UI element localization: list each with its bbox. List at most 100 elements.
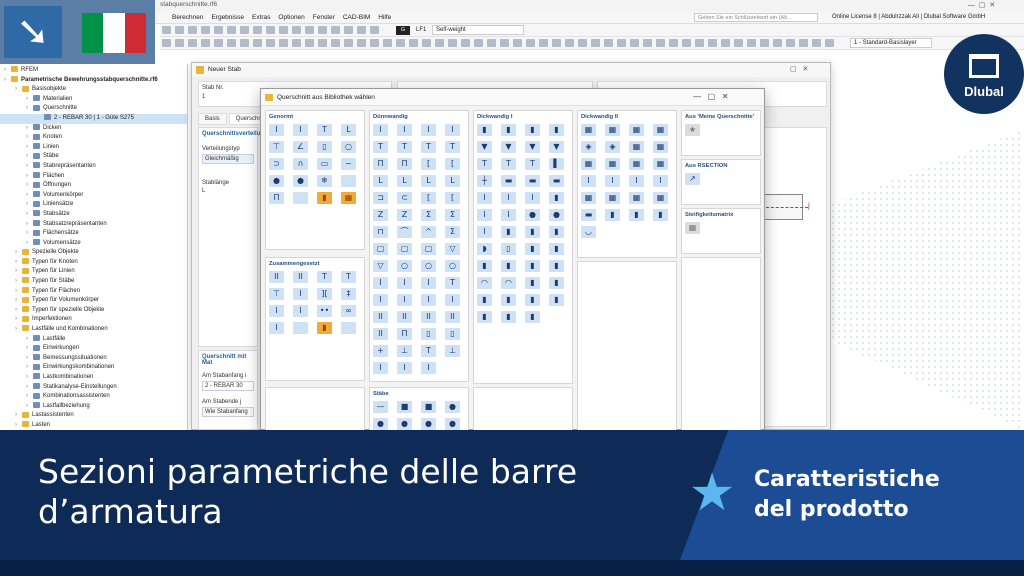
section-shape-button[interactable]: ▮ bbox=[501, 124, 516, 136]
section-shape-button[interactable]: I bbox=[605, 175, 620, 187]
section-shape-button[interactable]: Σ bbox=[445, 226, 460, 238]
toolbar-icon[interactable] bbox=[799, 39, 808, 47]
section-shape-button[interactable]: ● bbox=[397, 418, 412, 430]
section-shape-button[interactable]: [ bbox=[445, 158, 460, 170]
section-shape-button[interactable]: I bbox=[269, 305, 284, 317]
section-shape-button[interactable]: ▮ bbox=[549, 192, 564, 204]
section-shape-button[interactable]: ▮ bbox=[317, 192, 332, 204]
section-shape-button[interactable]: ◠ bbox=[477, 277, 492, 289]
section-shape-button[interactable]: ■ bbox=[421, 401, 436, 413]
toolbar-icon[interactable] bbox=[630, 39, 639, 47]
section-shape-button[interactable]: I bbox=[421, 277, 436, 289]
section-shape-button[interactable]: L bbox=[341, 124, 356, 136]
section-shape-button[interactable]: ▮ bbox=[549, 294, 564, 306]
section-shape-button[interactable]: ▼ bbox=[549, 141, 564, 153]
toolbar-icon[interactable] bbox=[162, 39, 171, 47]
toolbar-icon[interactable] bbox=[201, 39, 210, 47]
section-shape-button[interactable]: Π bbox=[397, 158, 412, 170]
navigator-item[interactable]: 2 - REBAR 30 | 1 - Güte S275 bbox=[0, 113, 187, 124]
navigator-item[interactable]: › Volumenkörper bbox=[0, 191, 187, 201]
section-shape-button[interactable]: ▽ bbox=[373, 260, 388, 272]
section-shape-button[interactable]: ▯ bbox=[445, 328, 460, 340]
section-shape-button[interactable]: II bbox=[269, 271, 284, 283]
toolbar-icon[interactable] bbox=[227, 26, 236, 34]
section-shape-button[interactable]: ▮ bbox=[549, 277, 564, 289]
menu-3[interactable]: Optionen bbox=[278, 11, 304, 24]
toolbar-icon[interactable] bbox=[279, 26, 288, 34]
section-shape-button[interactable]: ▦ bbox=[653, 124, 668, 136]
section-shape-button[interactable]: ^ bbox=[421, 226, 436, 238]
toolbar-icon[interactable] bbox=[240, 26, 249, 34]
section-shape-button[interactable]: L bbox=[445, 175, 460, 187]
toolbar-icon[interactable] bbox=[786, 39, 795, 47]
toolbar-icon[interactable] bbox=[721, 39, 730, 47]
section-shape-button[interactable]: ▮ bbox=[501, 311, 516, 323]
section-shape-button[interactable]: ● bbox=[373, 418, 388, 430]
section-shape-button[interactable]: ▮ bbox=[525, 277, 540, 289]
toolbar-icon[interactable] bbox=[305, 39, 314, 47]
toolbar-icon[interactable] bbox=[734, 39, 743, 47]
expand-chevron-icon[interactable]: › bbox=[26, 104, 33, 114]
navigator-item[interactable]: › Öffnungen bbox=[0, 181, 187, 191]
section-shape-button[interactable]: ▮ bbox=[525, 311, 540, 323]
section-shape-button[interactable]: II bbox=[373, 311, 388, 323]
expand-chevron-icon[interactable]: › bbox=[26, 162, 33, 172]
toolbar-icon[interactable] bbox=[201, 26, 210, 34]
toolbar-icon[interactable] bbox=[812, 39, 821, 47]
toolbar-icon[interactable] bbox=[552, 39, 561, 47]
section-shape-button[interactable]: ▯ bbox=[317, 141, 332, 153]
toolbar-icon[interactable] bbox=[396, 39, 405, 47]
section-shape-button[interactable]: I bbox=[445, 124, 460, 136]
section-shape-button[interactable]: ▦ bbox=[629, 124, 644, 136]
section-shape-button[interactable]: ⊤ bbox=[269, 288, 284, 300]
expand-chevron-icon[interactable]: › bbox=[4, 66, 11, 76]
toolbar-icon[interactable] bbox=[188, 39, 197, 47]
toolbar-icon[interactable] bbox=[370, 26, 379, 34]
my-sections-button[interactable]: ★ bbox=[685, 124, 700, 136]
section-shape-button[interactable]: ○ bbox=[341, 141, 356, 153]
section-shape-button[interactable]: ◈ bbox=[605, 141, 620, 153]
section-shape-button[interactable]: ▦ bbox=[653, 192, 668, 204]
toolbar-icon[interactable] bbox=[526, 39, 535, 47]
toolbar-icon[interactable] bbox=[760, 39, 769, 47]
menu-1[interactable]: Ergebnisse bbox=[211, 11, 244, 24]
section-shape-button[interactable]: ▮ bbox=[501, 226, 516, 238]
section-shape-button[interactable]: ▦ bbox=[605, 124, 620, 136]
expand-chevron-icon[interactable]: › bbox=[26, 373, 33, 383]
section-shape-button[interactable]: ● bbox=[293, 175, 308, 187]
toolbar-icon[interactable] bbox=[240, 39, 249, 47]
navigator-item[interactable]: › Typen für Knoten bbox=[0, 258, 187, 268]
section-shape-button[interactable]: T bbox=[421, 141, 436, 153]
section-shape-button[interactable]: ● bbox=[525, 209, 540, 221]
section-shape-button[interactable]: ▮ bbox=[317, 322, 332, 334]
section-shape-button[interactable]: ‡ bbox=[341, 288, 356, 300]
section-shape-button[interactable]: ▬ bbox=[581, 209, 596, 221]
toolbar-icon[interactable] bbox=[578, 39, 587, 47]
section-shape-button[interactable]: ▦ bbox=[605, 158, 620, 170]
section-shape-button[interactable]: ▮ bbox=[501, 260, 516, 272]
navigator-item[interactable]: › Parametrische Bewehrungsstabquerschnitt… bbox=[0, 76, 187, 86]
section-shape-button[interactable]: I bbox=[501, 192, 516, 204]
section-shape-button[interactable]: ▦ bbox=[581, 192, 596, 204]
toolbar-icon[interactable] bbox=[604, 39, 613, 47]
section-shape-button[interactable]: I bbox=[477, 192, 492, 204]
section-shape-button[interactable]: I bbox=[293, 305, 308, 317]
navigator-item[interactable]: › Flächen bbox=[0, 171, 187, 182]
section-shape-button[interactable]: ⊤ bbox=[269, 141, 284, 153]
section-shape-button[interactable]: I bbox=[373, 362, 388, 374]
navigator-item[interactable]: › Querschnitte bbox=[0, 104, 187, 114]
navigator-item[interactable]: › Dicken bbox=[0, 123, 187, 134]
toolbar-icon[interactable] bbox=[591, 39, 600, 47]
section-shape-button[interactable]: ⊂ bbox=[397, 192, 412, 204]
section-shape-button[interactable]: ● bbox=[549, 209, 564, 221]
navigator-item[interactable]: › Bemessungssituationen bbox=[0, 354, 187, 364]
expand-chevron-icon[interactable]: › bbox=[15, 248, 22, 258]
expand-chevron-icon[interactable]: › bbox=[4, 76, 11, 86]
section-shape-button[interactable]: I bbox=[269, 124, 284, 136]
navigator-item[interactable]: › Stabsatzrepräsentanten bbox=[0, 219, 187, 230]
section-shape-button[interactable]: I bbox=[477, 226, 492, 238]
section-shape-button[interactable]: ▼ bbox=[525, 141, 540, 153]
section-shape-button[interactable]: I bbox=[397, 277, 412, 289]
section-shape-button[interactable]: ⊥ bbox=[397, 345, 412, 357]
section-shape-button[interactable]: ▮ bbox=[525, 124, 540, 136]
